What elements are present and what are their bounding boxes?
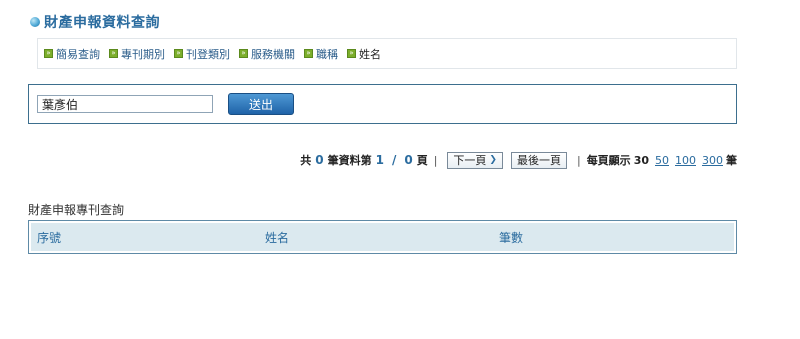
page-size-option-100[interactable]: 100 bbox=[675, 154, 696, 167]
divider: | bbox=[576, 153, 581, 167]
per-page-label: 每頁顯示 bbox=[586, 154, 631, 167]
bullet-icon bbox=[30, 17, 40, 27]
page-title: 財產申報資料查詢 bbox=[44, 15, 160, 31]
total-count: 0 bbox=[315, 153, 324, 167]
arrow-right-icon: » bbox=[109, 49, 118, 58]
name-search-input[interactable] bbox=[37, 95, 213, 113]
page-size-suffix: 筆 bbox=[726, 154, 737, 167]
column-header-count: 筆數 bbox=[499, 230, 524, 245]
column-header-seq: 序號 bbox=[37, 230, 62, 245]
nav-item-label: 專刊期別 bbox=[121, 47, 165, 61]
table-header: 序號 姓名 筆數 bbox=[31, 223, 734, 251]
total-pages: 0 bbox=[404, 153, 413, 167]
pagination-bar: 共 0 筆資料第 1 / 0 頁 | 下一頁 ❯ 最後一頁 | 每頁顯示 30 … bbox=[200, 150, 737, 170]
nav-item-agency[interactable]: » 服務機關 bbox=[239, 46, 295, 62]
next-page-button[interactable]: 下一頁 ❯ bbox=[447, 151, 503, 169]
total-prefix: 共 bbox=[300, 154, 312, 167]
nav-item-label: 服務機關 bbox=[251, 47, 295, 61]
nav-item-label: 姓名 bbox=[359, 47, 381, 61]
nav-item-name[interactable]: » 姓名 bbox=[347, 46, 381, 62]
page-size-option-300[interactable]: 300 bbox=[702, 154, 723, 167]
chevron-right-icon: ❯ bbox=[489, 155, 497, 165]
search-form: 送出 bbox=[28, 84, 737, 124]
total-suffix: 筆資料第 bbox=[327, 154, 372, 167]
divider: | bbox=[433, 153, 438, 167]
next-page-label: 下一頁 bbox=[453, 154, 487, 167]
nav-item-label: 刊登類別 bbox=[186, 47, 230, 61]
nav-item-simple-query[interactable]: » 簡易查詢 bbox=[44, 46, 100, 62]
nav-item-publish-category[interactable]: » 刊登類別 bbox=[174, 46, 230, 62]
nav-item-job-title[interactable]: » 職稱 bbox=[304, 46, 338, 62]
last-page-button[interactable]: 最後一頁 bbox=[510, 151, 567, 169]
submit-button[interactable]: 送出 bbox=[228, 93, 294, 115]
results-table: 序號 姓名 筆數 bbox=[28, 220, 737, 254]
last-page-label: 最後一頁 bbox=[516, 154, 561, 167]
arrow-right-icon: » bbox=[44, 49, 53, 58]
arrow-right-icon: » bbox=[304, 49, 313, 58]
arrow-right-icon: » bbox=[239, 49, 248, 58]
page-slash: / bbox=[391, 153, 397, 167]
page-header: 財產申報資料查詢 bbox=[30, 12, 160, 32]
nav-item-label: 簡易查詢 bbox=[56, 47, 100, 61]
column-header-name: 姓名 bbox=[265, 230, 290, 245]
query-type-nav: » 簡易查詢 » 專刊期別 » 刊登類別 » 服務機關 » 職稱 » 姓名 bbox=[37, 38, 737, 69]
page-size-option-50[interactable]: 50 bbox=[655, 154, 669, 167]
nav-item-issue-period[interactable]: » 專刊期別 bbox=[109, 46, 165, 62]
arrow-right-icon: » bbox=[174, 49, 183, 58]
page-size-current: 30 bbox=[633, 153, 649, 167]
results-title: 財產申報專刊查詢 bbox=[28, 203, 125, 217]
nav-item-label: 職稱 bbox=[316, 47, 338, 61]
arrow-right-icon: » bbox=[347, 49, 356, 58]
current-page: 1 bbox=[375, 153, 384, 167]
page-suffix: 頁 bbox=[416, 154, 428, 167]
